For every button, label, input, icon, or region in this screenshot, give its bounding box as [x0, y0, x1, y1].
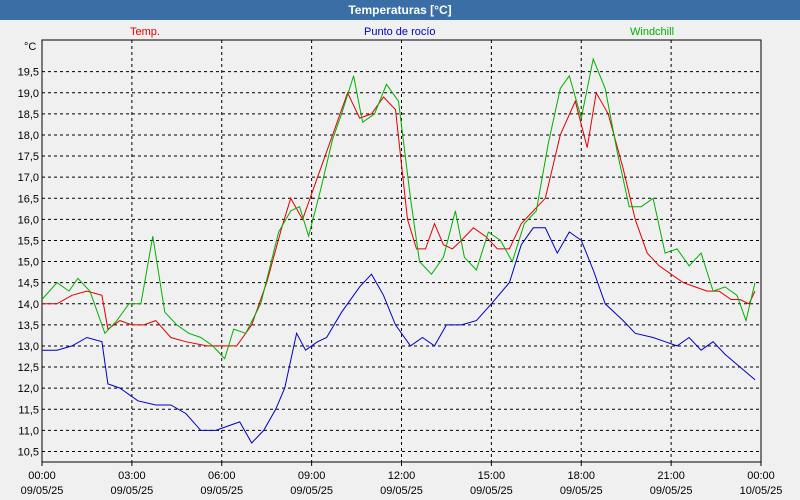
x-tick-date: 09/05/25 — [560, 485, 603, 497]
legend-dewpoint: Punto de rocío — [364, 26, 436, 38]
x-tick-date: 09/05/25 — [470, 485, 513, 497]
x-tick-date: 09/05/25 — [380, 485, 423, 497]
y-tick-label: 12,0 — [18, 383, 39, 395]
y-tick-label: 14,5 — [18, 278, 39, 290]
x-tick-time: 00:00 — [747, 470, 775, 482]
y-tick-label: 11,0 — [18, 425, 39, 437]
x-tick-date: 09/05/25 — [110, 485, 153, 497]
y-tick-label: 13,5 — [18, 320, 39, 332]
x-tick-time: 00:00 — [28, 470, 56, 482]
y-tick-label: 18,5 — [18, 109, 39, 121]
x-tick-time: 06:00 — [208, 470, 236, 482]
legend-temp: Temp. — [130, 26, 160, 38]
y-tick-label: 19,0 — [18, 88, 39, 100]
x-tick-time: 09:00 — [298, 470, 326, 482]
y-tick-label: 13,0 — [18, 341, 39, 353]
x-tick-date: 09/05/25 — [290, 485, 333, 497]
y-tick-label: 14,0 — [18, 299, 39, 311]
y-tick-label: 17,0 — [18, 172, 39, 184]
y-tick-label: 10,5 — [18, 446, 39, 458]
y-tick-label: 15,5 — [18, 235, 39, 247]
y-tick-label: 15,0 — [18, 257, 39, 269]
x-tick-date: 09/05/25 — [21, 485, 64, 497]
y-tick-label: 19,5 — [18, 67, 39, 79]
y-tick-label: 16,5 — [18, 193, 39, 205]
temperature-chart: °C Temp. Punto de rocío Windchill 10,5 11… — [18, 26, 783, 497]
legend-windchill: Windchill — [630, 26, 674, 38]
x-tick-time: 03:00 — [118, 470, 146, 482]
y-unit-label: °C — [24, 41, 36, 53]
y-tick-label: 16,0 — [18, 214, 39, 226]
x-tick-date: 09/05/25 — [200, 485, 243, 497]
y-tick-label: 18,0 — [18, 130, 39, 142]
x-tick-date: 09/05/25 — [650, 485, 693, 497]
x-tick-date: 10/05/25 — [740, 485, 783, 497]
x-tick-time: 21:00 — [657, 470, 685, 482]
y-tick-label: 17,5 — [18, 151, 39, 163]
x-tick-time: 12:00 — [388, 470, 416, 482]
y-tick-label: 12,5 — [18, 362, 39, 374]
y-tick-label: 11,5 — [18, 404, 39, 416]
x-tick-time: 18:00 — [567, 470, 595, 482]
x-tick-time: 15:00 — [478, 470, 506, 482]
